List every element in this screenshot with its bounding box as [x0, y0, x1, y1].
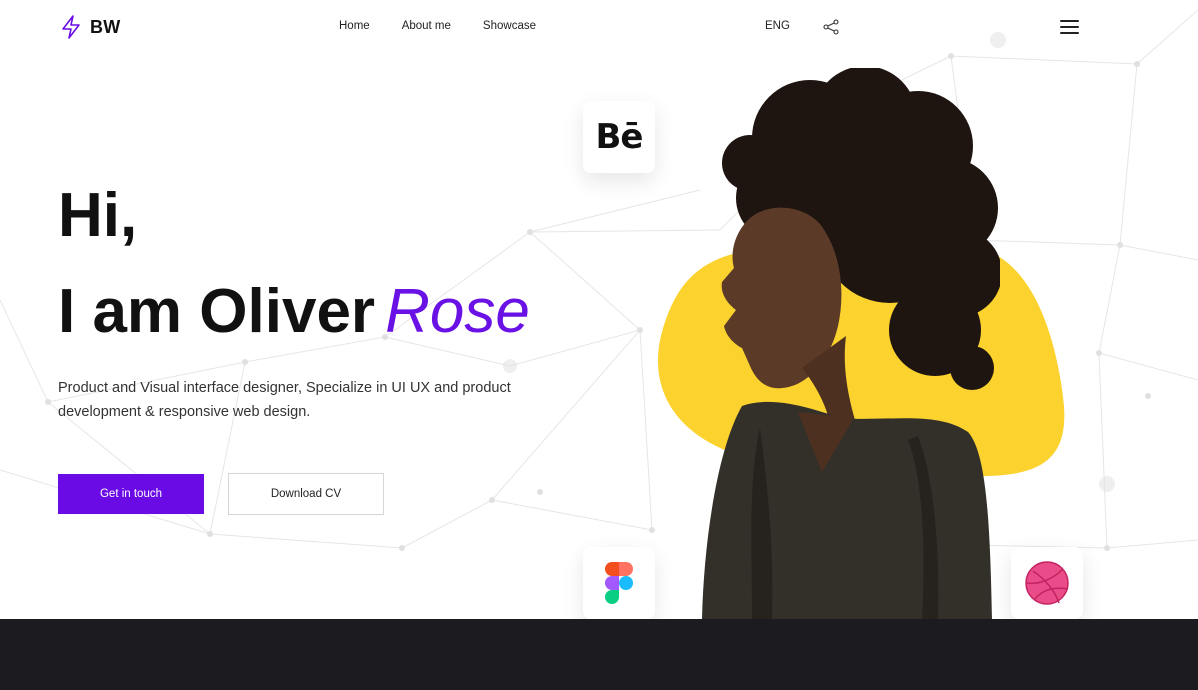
hero-greeting: Hi, [58, 181, 138, 250]
menu-icon[interactable] [1060, 20, 1079, 34]
figma-card[interactable] [583, 547, 655, 619]
behance-icon: Bē [595, 117, 644, 157]
language-selector[interactable]: ENG [765, 20, 790, 32]
nav-home[interactable]: Home [339, 20, 370, 32]
logo-text: BW [90, 16, 121, 37]
hero-intro: Hi, I am Oliver Rose Product and Visual i… [58, 180, 530, 515]
logo[interactable]: BW [60, 15, 120, 39]
portrait-image [702, 68, 1000, 619]
nav-about-me[interactable]: About me [402, 20, 451, 32]
share-icon[interactable] [823, 19, 839, 35]
hero-name-prefix: I am Oliver [58, 277, 376, 346]
hero-name: I am Oliver Rose [58, 276, 530, 348]
figma-icon [605, 562, 633, 604]
lightning-logo-icon [62, 15, 80, 39]
hero-name-accent: Rose [385, 277, 530, 346]
hero-description: Product and Visual interface designer, S… [58, 380, 511, 420]
download-cv-button[interactable]: Download CV [228, 473, 384, 515]
behance-card[interactable]: Bē [583, 101, 655, 173]
dark-footer-band [0, 619, 1198, 690]
nav-showcase[interactable]: Showcase [483, 20, 536, 32]
site-header: BW Home About me Showcase ENG [0, 0, 1198, 54]
main-nav: Home About me Showcase [339, 20, 536, 32]
get-in-touch-button[interactable]: Get in touch [58, 474, 204, 514]
dribbble-icon [1025, 561, 1069, 605]
hero-actions: Get in touch Download CV [58, 473, 530, 515]
dribbble-card[interactable] [1011, 547, 1083, 619]
